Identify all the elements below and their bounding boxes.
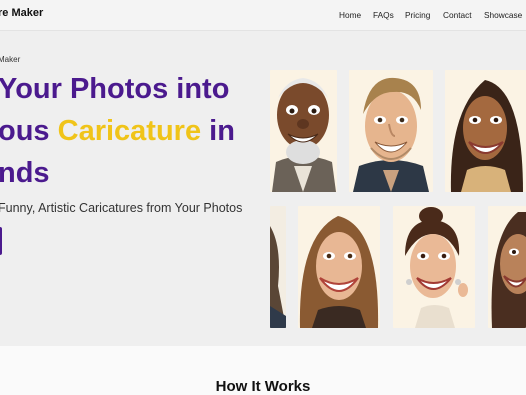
hero-title-line-2-start: ous — [0, 115, 58, 147]
caricature-woman-updo-illustration — [393, 206, 475, 328]
hero-title: Your Photos into ous Caricature in nds — [0, 68, 268, 194]
hero-title-line-3: nds — [0, 157, 50, 189]
navbar: re Maker Home FAQs Pricing Contact Showc… — [0, 0, 526, 31]
brand-logo[interactable]: re Maker — [0, 7, 43, 19]
hero-subtitle: Funny, Artistic Caricatures from Your Ph… — [0, 201, 243, 215]
gallery-image-woman-updo-earrings — [393, 206, 475, 328]
gallery-image-woman-long-hair — [445, 70, 526, 192]
hero-title-line-1: Your Photos into — [0, 73, 230, 105]
gallery-image-woman-wavy-hair — [298, 206, 380, 328]
caricature-smiling-man-illustration — [349, 70, 433, 192]
hero-title-line-2: ous Caricature in — [0, 110, 268, 152]
gallery-image-partial-right — [488, 206, 526, 328]
gallery-image-smiling-man — [349, 70, 433, 192]
caricature-partial-left-illustration — [270, 206, 286, 328]
caricature-elderly-man-illustration — [270, 70, 337, 192]
hero-title-accent: Caricature — [57, 115, 202, 147]
nav-contact-link[interactable]: Contact — [443, 10, 472, 20]
hero-cta-button[interactable] — [0, 227, 2, 255]
caricature-woman-long-hair-illustration — [445, 70, 526, 192]
hero-eyebrow: Maker — [0, 55, 21, 64]
hero-title-line-2-end: in — [201, 115, 235, 147]
gallery-image-elderly-man — [270, 70, 337, 192]
nav-showcase-link[interactable]: Showcase — [484, 10, 522, 20]
gallery-image-partial-left — [270, 206, 286, 328]
caricature-woman-wavy-hair-illustration — [298, 206, 380, 328]
nav-pricing-link[interactable]: Pricing — [405, 10, 430, 20]
caricature-partial-right-illustration — [488, 206, 526, 328]
how-it-works-title: How It Works — [215, 378, 311, 395]
nav-home-link[interactable]: Home — [339, 10, 361, 20]
nav-faqs-link[interactable]: FAQs — [373, 10, 394, 20]
